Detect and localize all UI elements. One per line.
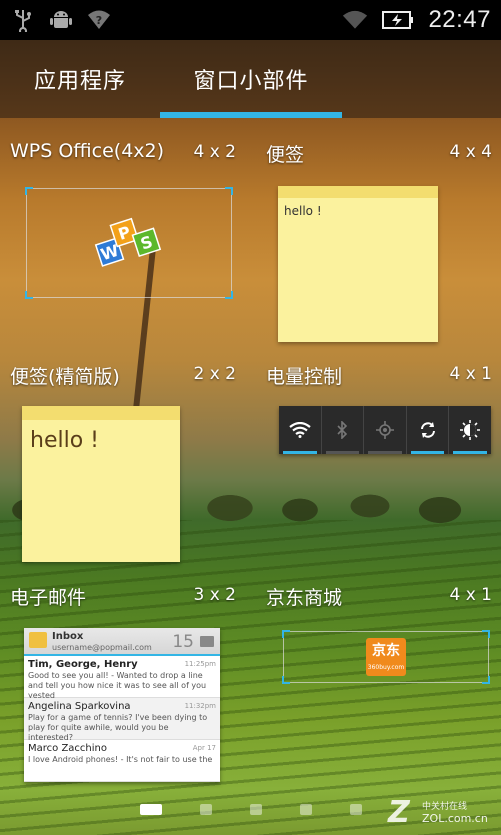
widget-title-power: 电量控制: [266, 366, 343, 388]
widget-title-jd: 京东商城: [266, 587, 343, 609]
widget-preview-note-simple[interactable]: hello !: [22, 406, 180, 562]
bluetooth-toggle: [322, 406, 365, 454]
page-dot[interactable]: [350, 804, 362, 815]
email-header: Inbox username@popmail.com 15: [24, 628, 220, 656]
widget-preview-power[interactable]: [279, 406, 491, 454]
tab-bar: 应用程序 窗口小部件: [0, 40, 501, 118]
widget-preview-wps[interactable]: W P S: [25, 187, 233, 299]
note-simple-preview-text: hello !: [30, 428, 99, 453]
wifi-toggle: [279, 406, 322, 454]
widget-title-note: 便签: [266, 144, 305, 166]
tab-apps[interactable]: 应用程序: [0, 40, 160, 118]
widget-size-note-simple: 2 x 2: [193, 364, 237, 384]
page-dot[interactable]: [300, 804, 312, 815]
jd-logo-icon: 京东 360buy.com: [366, 638, 406, 676]
clock: 22:47: [428, 6, 491, 33]
widget-preview-jd[interactable]: 京东 360buy.com: [282, 630, 490, 684]
page-dot[interactable]: [200, 804, 212, 815]
email-folder-title: Inbox: [52, 631, 84, 642]
widget-size-note: 4 x 4: [449, 142, 493, 162]
svg-text:?: ?: [96, 14, 102, 27]
wifi-unknown-icon: ?: [86, 7, 112, 33]
gps-icon: [375, 421, 394, 439]
list-item: Tim, George, Henry 11:25pm Good to see y…: [24, 656, 220, 700]
battery-charging-icon: [382, 7, 414, 33]
widget-title-note-simple: 便签(精简版): [10, 366, 120, 388]
widget-size-power: 4 x 1: [449, 364, 493, 384]
page-dot[interactable]: [250, 804, 262, 815]
page-dot[interactable]: [140, 804, 162, 815]
widget-title-wps: WPS Office(4x2): [10, 140, 165, 162]
brightness-icon: [460, 420, 481, 440]
email-unread-count: 15: [172, 632, 194, 652]
gps-toggle: [364, 406, 407, 454]
widget-title-email: 电子邮件: [10, 587, 87, 609]
wifi-signal-icon: [342, 7, 368, 33]
sync-toggle: [407, 406, 450, 454]
sync-icon: [420, 422, 435, 438]
brightness-toggle: [449, 406, 491, 454]
android-debug-icon: [48, 7, 74, 33]
zol-watermark: Z 中关村在线 ZOL.com.cn: [388, 795, 488, 830]
widget-preview-email[interactable]: Inbox username@popmail.com 15 Tim, Georg…: [24, 628, 220, 782]
widget-size-wps: 4 x 2: [193, 142, 237, 162]
note-preview-text: hello !: [284, 204, 322, 218]
status-bar: ? 22:47: [0, 0, 501, 40]
list-item: Angelina Sparkovina 11:32pm Play for a g…: [24, 698, 220, 742]
compose-icon: [200, 636, 214, 647]
envelope-icon: [29, 632, 47, 648]
usb-icon: [10, 7, 36, 33]
widget-size-jd: 4 x 1: [449, 585, 493, 605]
tab-selected-indicator: [160, 112, 342, 118]
email-account: username@popmail.com: [52, 643, 152, 652]
widget-preview-note[interactable]: hello !: [278, 186, 438, 342]
wps-logo-icon: W P S: [94, 217, 162, 267]
widget-size-email: 3 x 2: [193, 585, 237, 605]
bluetooth-icon: [337, 421, 348, 439]
tab-widgets[interactable]: 窗口小部件: [160, 40, 342, 118]
wifi-icon: [289, 422, 311, 438]
list-item: Marco Zacchino Apr 17 I love Android pho…: [24, 740, 220, 782]
